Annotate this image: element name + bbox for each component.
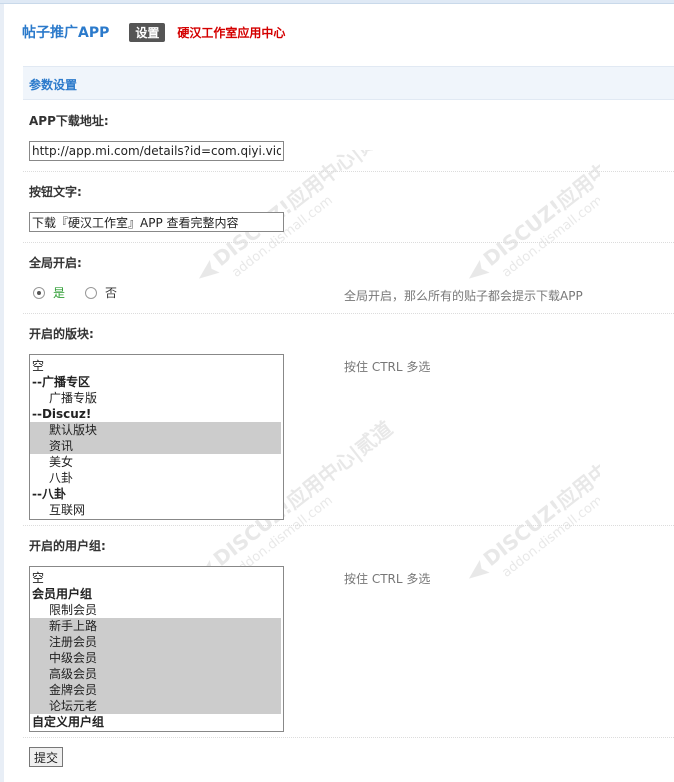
list-option[interactable]: 互联网	[30, 502, 281, 518]
divider	[23, 737, 674, 738]
list-option[interactable]: --八卦	[30, 486, 281, 502]
list-option[interactable]: 金牌会员	[30, 682, 281, 698]
button-text-label: 按钮文字:	[29, 185, 82, 199]
divider	[23, 525, 674, 526]
list-option[interactable]: 会员用户组	[30, 586, 281, 602]
list-option[interactable]: --广播专区	[30, 374, 281, 390]
list-option[interactable]: 注册会员	[30, 634, 281, 650]
watermark-text: DISCUZ!应用中心|贰道	[479, 150, 600, 271]
list-option[interactable]: 八卦	[30, 470, 281, 486]
list-option[interactable]: 新手上路	[30, 618, 281, 634]
list-option[interactable]: --Discuz!	[30, 406, 281, 422]
radio-no[interactable]	[85, 286, 98, 299]
header: 帖子推广APP 设置 硬汉工作室应用中心	[22, 21, 285, 43]
divider	[23, 242, 674, 243]
global-enable-hint: 全局开启，那么所有的贴子都会提示下载APP	[344, 289, 583, 303]
list-option[interactable]: 自定义用户组	[30, 714, 281, 730]
radio-yes-label[interactable]: 是	[53, 284, 65, 301]
forums-multiselect[interactable]: 空 --广播专区 广播专版 --Discuz! 默认版块 资讯 美女 八卦 --八卦 互联网	[29, 354, 284, 520]
download-url-input[interactable]	[29, 141, 284, 161]
list-option[interactable]: 资讯	[30, 438, 281, 454]
forums-label: 开启的版块:	[29, 327, 94, 341]
list-option[interactable]: 空	[30, 570, 281, 586]
section-header: 参数设置	[23, 66, 674, 100]
watermark-text: DISCUZ!应用中心|贰道	[479, 416, 600, 571]
list-option[interactable]: 论坛元老	[30, 698, 281, 714]
list-option[interactable]: 默认版块	[30, 422, 281, 438]
radio-no-label[interactable]: 否	[105, 284, 117, 301]
usergroups-multiselect[interactable]: 空会员用户组 限制会员 新手上路 注册会员 中级会员 高级会员 金牌会员 论坛元老 自定义用户组	[29, 566, 284, 732]
submit-button[interactable]: 提交	[29, 747, 64, 767]
left-border	[0, 4, 4, 782]
list-option[interactable]: 高级会员	[30, 666, 281, 682]
forums-hint: 按住 CTRL 多选	[344, 360, 431, 374]
watermark-url: addon.dismall.com	[499, 493, 600, 581]
usergroups-hint: 按住 CTRL 多选	[344, 572, 431, 586]
usergroups-label: 开启的用户组:	[29, 539, 106, 553]
button-text-input[interactable]	[29, 212, 284, 232]
divider	[23, 313, 674, 314]
tab-settings[interactable]: 设置	[129, 22, 166, 42]
list-option[interactable]: 美女	[30, 454, 281, 470]
studio-app-center-link[interactable]: 硬汉工作室应用中心	[177, 24, 285, 41]
app-title: 帖子推广APP	[22, 25, 110, 41]
list-option[interactable]: 限制会员	[30, 602, 281, 618]
watermark-url: addon.dismall.com	[229, 193, 335, 281]
list-option[interactable]: 广播专版	[30, 390, 281, 406]
download-url-label: APP下载地址:	[29, 114, 109, 128]
global-enable-radios: 是 否	[33, 284, 117, 301]
global-enable-label: 全局开启:	[29, 256, 82, 270]
section-title: 参数设置	[29, 78, 78, 92]
divider	[23, 171, 674, 172]
top-border	[0, 0, 674, 4]
radio-yes[interactable]	[33, 286, 45, 299]
watermark-url: addon.dismall.com	[499, 193, 600, 281]
list-option[interactable]: 中级会员	[30, 650, 281, 666]
watermark-text: DISCUZ!应用中心|贰道	[209, 150, 397, 271]
list-option[interactable]: 空	[30, 358, 281, 374]
